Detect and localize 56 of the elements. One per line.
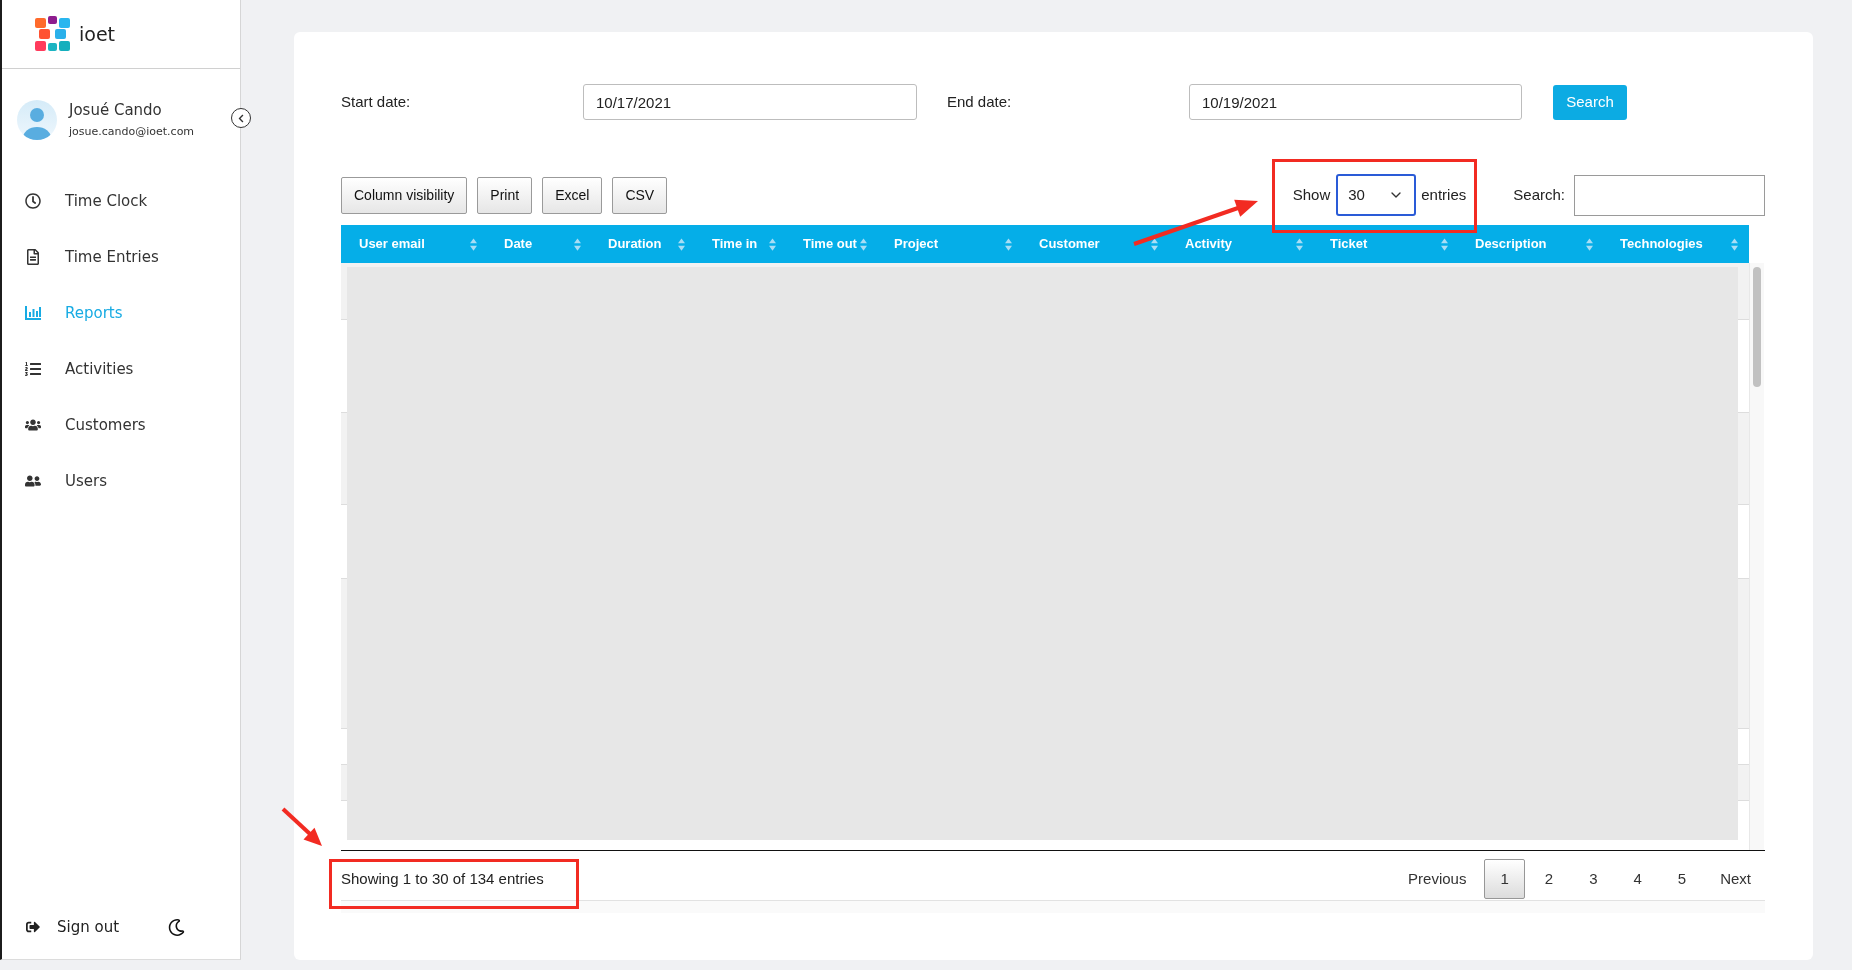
moon-icon <box>168 918 186 936</box>
sort-icon[interactable] <box>769 237 776 251</box>
page-link[interactable]: 4 <box>1617 859 1658 899</box>
chevron-left-icon <box>237 113 245 123</box>
sign-out-icon <box>25 920 41 934</box>
nav-item[interactable]: Time Clock <box>2 173 240 229</box>
page-link[interactable]: 1 <box>1484 859 1525 899</box>
entries-select[interactable]: 30 <box>1336 174 1417 216</box>
sort-icon[interactable] <box>678 237 685 251</box>
previous-link[interactable]: Previous <box>1394 859 1481 899</box>
logo-text: ioet <box>79 21 116 47</box>
nav-item[interactable]: Activities <box>2 341 240 397</box>
search-field[interactable] <box>1574 174 1765 216</box>
end-date-field[interactable]: 10/19/2021 <box>1189 84 1522 120</box>
sort-icon[interactable] <box>1005 237 1012 251</box>
sort-icon[interactable] <box>1441 237 1448 251</box>
nav-item[interactable]: Time Entries <box>2 229 240 285</box>
bar-chart-icon <box>25 305 41 321</box>
sort-icon[interactable] <box>1296 237 1303 251</box>
logo-icon <box>35 16 71 52</box>
annotation-arrow <box>280 806 324 848</box>
nav-item[interactable]: Customers <box>2 397 240 453</box>
next-link[interactable]: Next <box>1706 859 1765 899</box>
user-email: josue.cando@ioet.com <box>69 125 195 139</box>
people-group-icon <box>25 417 41 433</box>
two-people-icon <box>25 473 41 489</box>
page-link[interactable]: 2 <box>1528 859 1570 899</box>
sort-icon[interactable] <box>860 237 867 251</box>
dark-mode-toggle[interactable] <box>168 918 186 936</box>
sort-icon[interactable] <box>1151 237 1158 251</box>
end-date-label: End date: <box>947 91 1013 112</box>
sort-icon[interactable] <box>1731 237 1738 251</box>
scrollbar-thumb[interactable] <box>1753 267 1761 387</box>
table-info: Showing 1 to 30 of 134 entries <box>341 868 544 889</box>
search-label: Search: <box>1513 184 1565 205</box>
collapse-button[interactable] <box>231 108 251 128</box>
start-date-field[interactable]: 10/17/2021 <box>583 84 917 120</box>
page-link[interactable]: 5 <box>1661 859 1703 899</box>
sort-icon[interactable] <box>470 237 477 251</box>
clock-icon <box>25 193 41 209</box>
sign-out-link[interactable]: Sign out <box>25 915 120 939</box>
sort-icon[interactable] <box>574 237 581 251</box>
sort-icon[interactable] <box>1586 237 1593 251</box>
numbered-list-icon <box>25 361 41 377</box>
avatar-icon <box>17 100 57 140</box>
export-button[interactable]: Print <box>477 176 533 214</box>
start-date-label: Start date: <box>341 91 412 112</box>
page-link[interactable]: 3 <box>1573 859 1614 899</box>
nav-item[interactable]: Users <box>2 453 240 509</box>
export-button[interactable]: CSV <box>612 176 668 214</box>
show-label: Show <box>1292 184 1331 205</box>
export-button[interactable]: Column visibility <box>341 176 468 214</box>
export-button[interactable]: Excel <box>542 176 603 214</box>
user-name: Josué Cando <box>69 101 163 119</box>
entries-label: entries <box>1421 184 1467 205</box>
document-icon <box>25 249 41 265</box>
